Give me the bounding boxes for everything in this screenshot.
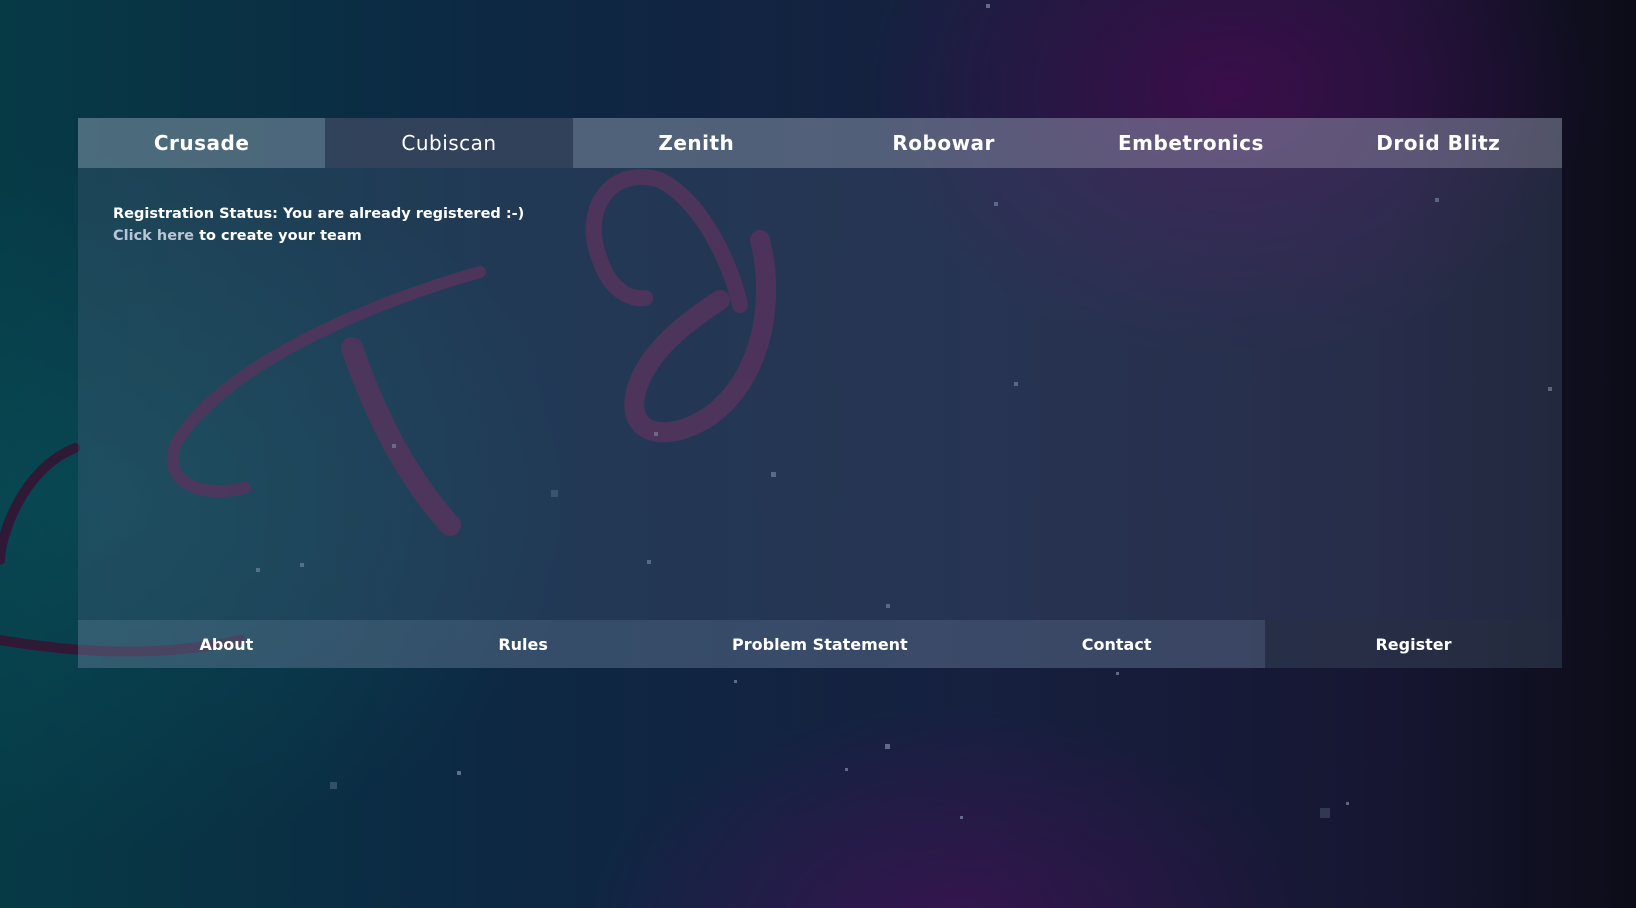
footer-links: About Rules Problem Statement Contact	[78, 620, 1265, 668]
create-team-suffix: to create your team	[194, 228, 362, 244]
footer-nav: About Rules Problem Statement Contact Re…	[78, 620, 1562, 668]
event-tabs: Crusade Cubiscan Zenith Robowar Embetron…	[78, 118, 1562, 168]
register-button[interactable]: Register	[1265, 620, 1562, 668]
tab-zenith[interactable]: Zenith	[573, 118, 820, 168]
footer-about-link[interactable]: About	[78, 620, 375, 668]
tab-robowar[interactable]: Robowar	[820, 118, 1067, 168]
footer-contact-link[interactable]: Contact	[968, 620, 1265, 668]
tab-cubiscan[interactable]: Cubiscan	[325, 118, 573, 168]
tab-crusade[interactable]: Crusade	[78, 118, 325, 168]
tab-droid-blitz[interactable]: Droid Blitz	[1315, 118, 1562, 168]
registration-status: Registration Status: You are already reg…	[113, 206, 525, 222]
footer-rules-link[interactable]: Rules	[375, 620, 672, 668]
create-team-link[interactable]: Click here	[113, 228, 194, 244]
tab-embetronics[interactable]: Embetronics	[1067, 118, 1314, 168]
event-content-panel: Registration Status: You are already reg…	[78, 168, 1562, 620]
footer-problem-statement-link[interactable]: Problem Statement	[672, 620, 969, 668]
create-team-prompt: Click here to create your team	[113, 228, 362, 244]
